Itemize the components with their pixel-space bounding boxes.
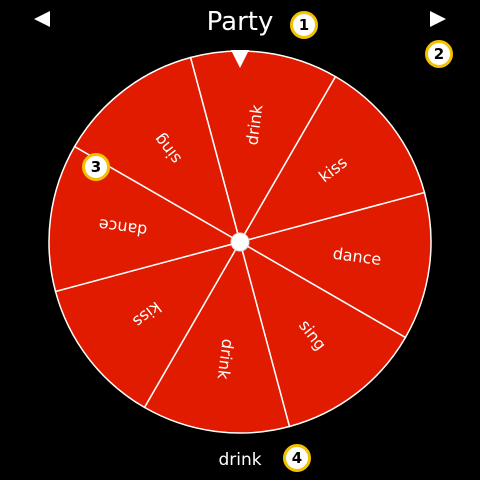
callout-badge-2: 2 [425, 40, 453, 68]
wheel-hub [230, 232, 250, 252]
spinner-wheel[interactable]: drinkkissdancesingdrinkkissdancesing [0, 0, 480, 480]
callout-badge-4: 4 [283, 444, 311, 472]
callout-badge-3: 3 [82, 153, 110, 181]
callout-badge-1: 1 [290, 11, 318, 39]
result-text: drink [218, 450, 262, 470]
